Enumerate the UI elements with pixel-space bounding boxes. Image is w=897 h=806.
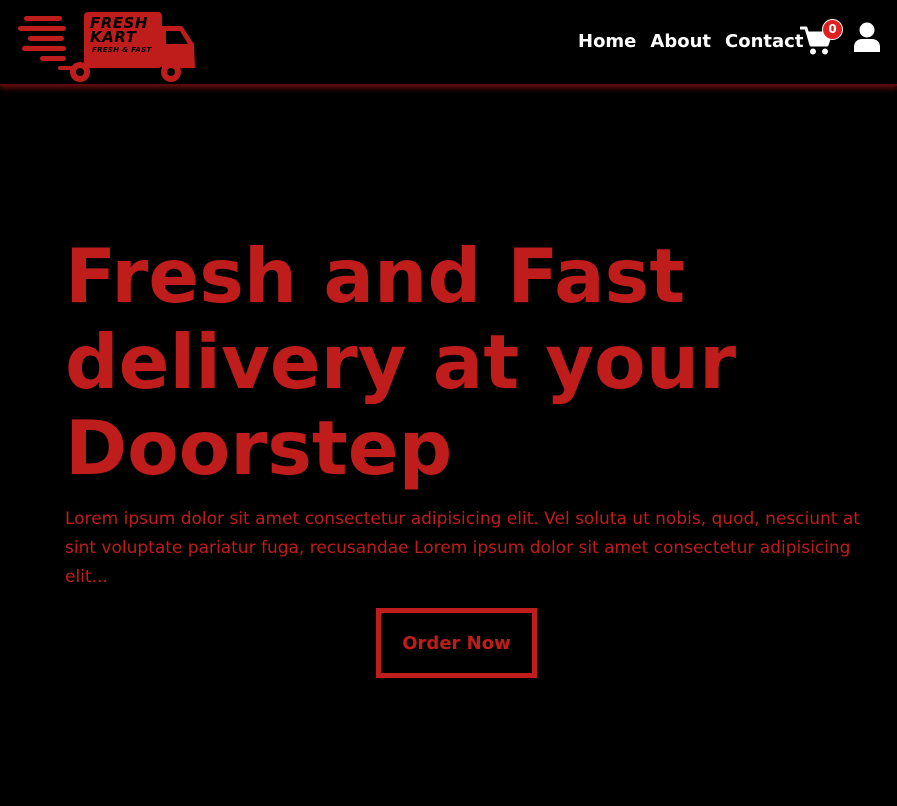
hero-title: Fresh and Fast delivery at your Doorstep: [65, 232, 737, 492]
nav-link-contact[interactable]: Contact: [725, 30, 803, 54]
main-nav: Home About Contact: [578, 30, 803, 54]
user-icon: [854, 22, 880, 52]
hero-description: Lorem ipsum dolor sit amet consectetur a…: [65, 509, 860, 587]
nav-link-home[interactable]: Home: [578, 30, 636, 54]
cart-count-badge: 0: [822, 19, 843, 40]
order-now-button[interactable]: Order Now: [376, 608, 537, 678]
nav-link-about[interactable]: About: [650, 30, 711, 54]
navbar: FRESH KART FRESH & FAST Home About Conta…: [0, 0, 897, 86]
logo-text-kart: KART: [90, 28, 137, 46]
brand-logo[interactable]: FRESH KART FRESH & FAST: [18, 10, 198, 85]
logo-tagline: FRESH & FAST: [92, 46, 152, 54]
user-account-button[interactable]: [853, 22, 881, 52]
